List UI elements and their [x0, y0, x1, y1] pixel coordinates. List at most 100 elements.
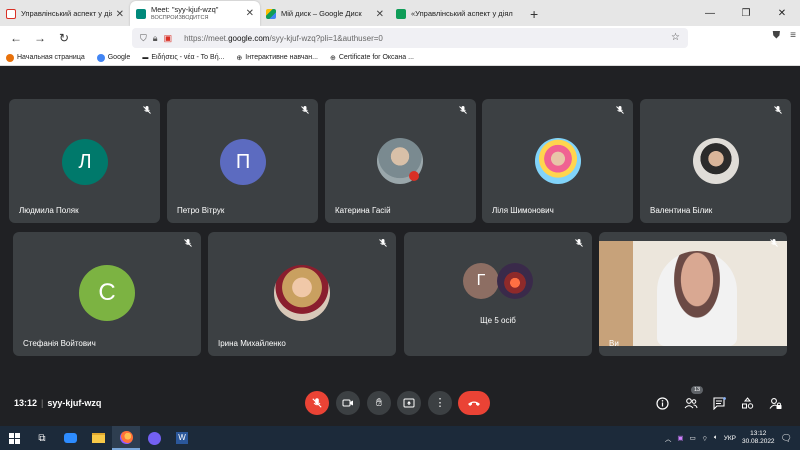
forward-icon[interactable]: → — [28, 31, 52, 45]
meeting-time: 13:12 — [14, 398, 38, 408]
camera-permission-icon[interactable]: ▣ — [164, 33, 173, 44]
viber-app-button[interactable] — [140, 426, 168, 450]
bookmark-label: Начальная страница — [17, 54, 85, 61]
camera-icon — [342, 399, 353, 407]
browser-tab-active[interactable]: Meet: "syy-kjuf-wzq" ВОСПРОИЗВОДИТСЯ ✕ — [130, 1, 260, 26]
meet-icon — [136, 8, 146, 19]
mic-off-icon — [379, 239, 387, 247]
mic-off-icon — [312, 398, 322, 408]
info-icon — [655, 396, 669, 410]
clock[interactable]: 13:12 30.08.2022 — [742, 430, 775, 446]
network-icon[interactable]: ⌔ — [702, 434, 708, 443]
leave-call-button[interactable] — [458, 391, 490, 415]
avatar: Л — [62, 139, 108, 185]
browser-tab[interactable]: Мій диск – Google Диск ✕ — [260, 2, 390, 26]
more-vert-icon: ⋮ — [434, 397, 446, 409]
browser-tab[interactable]: «Управлінський аспект у діял — [390, 2, 520, 26]
url-prefix: https://meet. — [184, 33, 229, 43]
avatar: П — [220, 139, 266, 185]
close-tab-icon[interactable]: ✕ — [376, 9, 384, 20]
word-app-button[interactable]: W — [168, 426, 196, 450]
globe-icon: ⊕ — [236, 54, 243, 62]
present-now-button[interactable] — [397, 391, 421, 415]
avatar-initial: П — [235, 150, 251, 173]
gmail-icon — [6, 9, 16, 19]
bookmark-item[interactable]: ⊕ Certificate for Оксана ... — [330, 54, 414, 62]
close-tab-icon[interactable]: ✕ — [246, 8, 254, 19]
activities-button[interactable] — [740, 396, 754, 410]
participant-tile-group[interactable]: Г Ще 5 осіб — [404, 232, 592, 356]
self-video-tile[interactable]: Ви — [599, 232, 787, 356]
participant-name: Ви — [609, 339, 619, 348]
back-icon[interactable]: ← — [4, 31, 28, 45]
meeting-code: syy-kjuf-wzq — [47, 398, 102, 408]
keyboard-language[interactable]: УКР — [724, 435, 736, 442]
participant-tile[interactable]: П Петро Вітрук — [167, 99, 318, 223]
meeting-info: 13:12 | syy-kjuf-wzq — [14, 398, 101, 408]
meeting-details-button[interactable] — [655, 396, 669, 410]
windows-taskbar: ⧉ W ︿ ▣ ▭ ⌔ 🔈︎ УКР 13:12 30.08.2022 🗨︎ — [0, 426, 800, 450]
zoom-app-button[interactable] — [56, 426, 84, 450]
participant-tile[interactable]: Ліля Шимонович — [482, 99, 633, 223]
url-host: google.com — [228, 33, 270, 43]
bookmark-item[interactable]: Начальная страница — [6, 53, 85, 62]
raise-hand-button[interactable]: ✋︎ — [367, 391, 391, 415]
camera-tray-icon[interactable]: ▣ — [677, 434, 683, 442]
participant-tile[interactable]: С Стефанія Войтович — [13, 232, 201, 356]
bookmark-star-icon[interactable]: ☆ — [671, 32, 680, 43]
separator: | — [41, 398, 44, 408]
tab-title-block: Meet: "syy-kjuf-wzq" ВОСПРОИЗВОДИТСЯ — [151, 6, 242, 22]
people-icon — [684, 397, 698, 408]
host-controls-button[interactable] — [768, 396, 782, 410]
tracking-shield-icon[interactable]: ⛉ — [140, 33, 147, 44]
bookmark-item[interactable]: ▬ Ειδήσεις - νέα - Το Βή... — [142, 54, 224, 61]
reload-icon[interactable]: ↻ — [52, 31, 76, 45]
more-options-button[interactable]: ⋮ — [428, 391, 452, 415]
participant-tile[interactable]: Л Людмила Поляк — [9, 99, 160, 223]
browser-tab-bar: Управлінський аспект у діяльн ✕ Meet: "s… — [0, 0, 800, 26]
microphone-button[interactable] — [305, 391, 329, 415]
tab-playing-label: ВОСПРОИЗВОДИТСЯ — [151, 14, 209, 21]
word-icon: W — [176, 432, 188, 444]
tab-title: Мій диск – Google Диск — [281, 10, 362, 18]
people-button[interactable] — [684, 396, 698, 410]
more-participants-label: Ще 5 осіб — [480, 316, 516, 325]
show-hidden-icons-icon[interactable]: ︿ — [665, 433, 672, 443]
restore-icon[interactable]: ❐ — [728, 8, 764, 19]
mic-off-icon — [143, 106, 151, 114]
window-controls: — ❐ ✕ — [692, 0, 800, 26]
globe-icon: ⊕ — [330, 54, 336, 62]
start-button[interactable] — [0, 426, 28, 450]
menu-icon[interactable]: ≡ — [790, 30, 796, 41]
hand-icon: ✋︎ — [375, 396, 383, 409]
lock-icon[interactable]: 🔒︎ — [153, 33, 158, 44]
participant-tile[interactable]: Катерина Гасій — [325, 99, 476, 223]
drive-icon — [266, 9, 276, 19]
bookmark-item[interactable]: Google — [96, 53, 131, 62]
task-view-icon: ⧉ — [38, 432, 46, 444]
folder-icon — [91, 433, 105, 443]
address-bar[interactable]: ⛉ 🔒︎ ▣ https://meet.google.com/syy-kjuf-… — [132, 28, 688, 48]
firefox-taskbar-button[interactable] — [112, 426, 140, 450]
new-tab-icon[interactable]: + — [520, 6, 548, 26]
sheets-icon — [396, 9, 406, 19]
participant-tile[interactable]: Валентина Білик — [640, 99, 791, 223]
bookmarks-bar: Начальная страница Google ▬ Ειδήσεις - νέ… — [0, 50, 800, 66]
pocket-icon[interactable]: ⛊ — [773, 30, 781, 41]
bookmark-item[interactable]: ⊕ Інтерактивне навчан... — [236, 54, 318, 62]
mic-off-icon — [575, 239, 583, 247]
chat-button[interactable] — [712, 396, 726, 410]
notifications-icon[interactable]: 🗨︎ — [781, 433, 792, 444]
browser-tab[interactable]: Управлінський аспект у діяльн ✕ — [0, 2, 130, 26]
bookmark-label: Google — [107, 54, 131, 61]
close-window-icon[interactable]: ✕ — [764, 8, 800, 19]
close-tab-icon[interactable]: ✕ — [116, 9, 124, 20]
volume-icon[interactable]: 🔈︎ — [714, 434, 718, 442]
camera-button[interactable] — [336, 391, 360, 415]
task-view-button[interactable]: ⧉ — [28, 426, 56, 450]
file-explorer-button[interactable] — [84, 426, 112, 450]
display-tray-icon[interactable]: ▭ — [690, 434, 696, 442]
minimize-icon[interactable]: — — [692, 8, 728, 19]
participant-tile[interactable]: Ірина Михайленко — [208, 232, 396, 356]
toolbar-right: ⛊ ≡ — [773, 30, 796, 41]
